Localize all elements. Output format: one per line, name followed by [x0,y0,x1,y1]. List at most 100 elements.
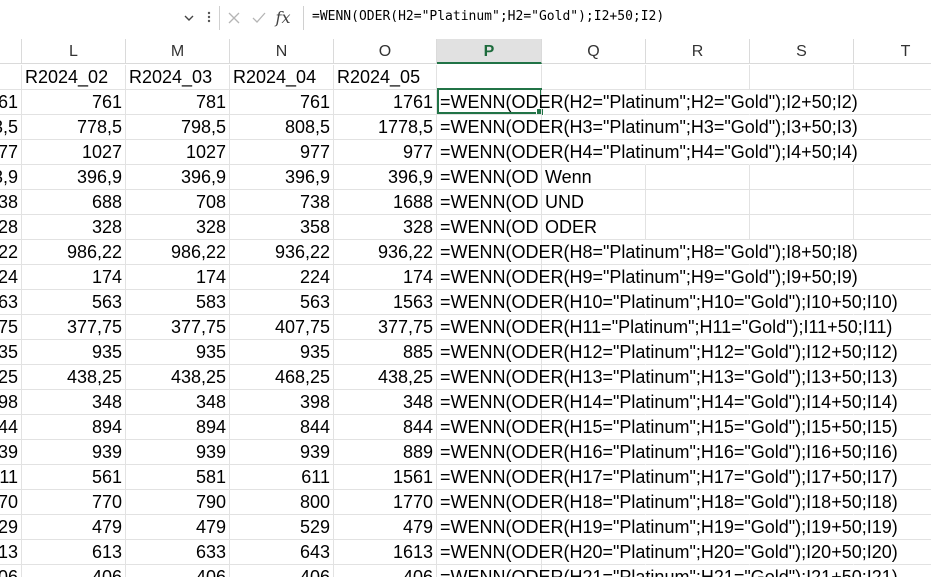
cell-n[interactable]: 936,22 [230,240,334,265]
cell-k[interactable]: 38 [0,190,22,215]
cell-m[interactable]: 438,25 [126,365,230,390]
cell-n[interactable]: 611 [230,465,334,490]
cell-n[interactable]: 468,25 [230,365,334,390]
cell-l[interactable]: 348 [22,390,126,415]
column-header-p[interactable]: P [437,39,542,64]
cell-n[interactable]: 224 [230,265,334,290]
cell-o[interactable]: 1770 [334,490,437,515]
header-cell-o[interactable]: R2024_05 [334,65,437,90]
cell-o[interactable]: 328 [334,215,437,240]
cell-l[interactable]: 396,9 [22,165,126,190]
cell-o[interactable]: 479 [334,515,437,540]
column-header-m[interactable]: M [126,39,230,64]
cell-l[interactable]: 761 [22,90,126,115]
cell-m[interactable]: 781 [126,90,230,115]
cell-k[interactable] [0,65,22,90]
cell-k[interactable]: 44 [0,415,22,440]
column-header-t[interactable]: T [854,39,931,64]
cell-o[interactable]: 174 [334,265,437,290]
cell-p[interactable]: =WENN(ODER(H3="Platinum";H3="Gold");I3+5… [437,115,858,140]
cell-l[interactable]: 613 [22,540,126,565]
cell-n[interactable]: 761 [230,90,334,115]
cell-s[interactable] [750,165,854,190]
cell-k[interactable]: 3,9 [0,165,22,190]
cell-l[interactable]: 328 [22,215,126,240]
cell-k[interactable]: 29 [0,515,22,540]
cell-n[interactable]: 396,9 [230,165,334,190]
cell-p[interactable]: =WENN(ODER(H19="Platinum";H19="Gold");I1… [437,515,898,540]
enter-icon[interactable] [249,8,269,28]
cell-k[interactable]: 77 [0,140,22,165]
name-box[interactable] [0,7,200,31]
column-header-s[interactable]: S [750,39,854,64]
cell-l[interactable]: 438,25 [22,365,126,390]
cell-o[interactable]: 1561 [334,465,437,490]
cell-n[interactable]: 738 [230,190,334,215]
cell-o[interactable]: 844 [334,415,437,440]
insert-function-icon[interactable]: fx [273,8,293,28]
cell-n[interactable]: 563 [230,290,334,315]
column-header-n[interactable]: N [230,39,334,64]
cell-p[interactable]: =WENN(ODER(H21="Platinum";H21="Gold");I2… [437,565,898,577]
cell-l[interactable]: 894 [22,415,126,440]
cell-o[interactable]: 1761 [334,90,437,115]
cell-k[interactable]: 98 [0,390,22,415]
cell-m[interactable]: 790 [126,490,230,515]
cell-r[interactable] [646,165,750,190]
cell-t[interactable] [854,165,931,190]
cell-l[interactable]: 939 [22,440,126,465]
cell-m[interactable]: 986,22 [126,240,230,265]
cell-o[interactable]: 406 [334,565,437,577]
cell-t[interactable] [854,65,931,90]
cell-m[interactable]: 935 [126,340,230,365]
cell-l[interactable]: 935 [22,340,126,365]
cell-p[interactable]: =WENN(OD [437,165,542,190]
cell-s[interactable] [750,65,854,90]
cell-o[interactable]: 1688 [334,190,437,215]
cell-r[interactable] [646,190,750,215]
cell-p[interactable]: =WENN(ODER(H17="Platinum";H17="Gold");I1… [437,465,898,490]
cell-t[interactable] [854,90,931,115]
cell-p[interactable]: =WENN(ODER(H15="Platinum";H15="Gold");I1… [437,415,898,440]
cell-p[interactable]: =WENN(ODER(H13="Platinum";H13="Gold");I1… [437,365,898,390]
cell-l[interactable]: 778,5 [22,115,126,140]
cell-n[interactable]: 407,75 [230,315,334,340]
cell-t[interactable] [854,240,931,265]
cell-o[interactable]: 1563 [334,290,437,315]
cell-l[interactable]: 406 [22,565,126,577]
cell-p[interactable]: =WENN(ODER(H20="Platinum";H20="Gold");I2… [437,540,898,565]
column-header-l[interactable]: L [22,39,126,64]
cell-l[interactable]: 174 [22,265,126,290]
cell-p[interactable]: =WENN(ODER(H10="Platinum";H10="Gold");I1… [437,290,898,315]
cell-m[interactable]: 708 [126,190,230,215]
cell-t[interactable] [854,215,931,240]
cell-n[interactable]: 358 [230,215,334,240]
column-header-r[interactable]: R [646,39,750,64]
cell-n[interactable]: 808,5 [230,115,334,140]
cell-t[interactable] [854,190,931,215]
cell-p[interactable]: =WENN(ODER(H18="Platinum";H18="Gold");I1… [437,490,898,515]
formula-input[interactable]: =WENN(ODER(H2="Platinum";H2="Gold");I2+5… [312,9,664,24]
column-header-k-partial[interactable] [0,39,22,64]
chevron-down-icon[interactable] [182,11,196,25]
cell-n[interactable]: 643 [230,540,334,565]
cell-k[interactable]: 06 [0,565,22,577]
cell-p[interactable]: =WENN(ODER(H16="Platinum";H16="Gold");I1… [437,440,898,465]
header-cell-n[interactable]: R2024_04 [230,65,334,90]
cell-l[interactable]: 563 [22,290,126,315]
cell-s[interactable] [750,215,854,240]
cell-m[interactable]: 894 [126,415,230,440]
cell-p[interactable]: =WENN(ODER(H11="Platinum";H11="Gold");I1… [437,315,892,340]
cell-m[interactable]: 479 [126,515,230,540]
cell-p[interactable]: =WENN(ODER(H14="Platinum";H14="Gold");I1… [437,390,898,415]
cell-n[interactable]: 529 [230,515,334,540]
column-header-o[interactable]: O [334,39,437,64]
cell-t[interactable] [854,265,931,290]
header-cell-l[interactable]: R2024_02 [22,65,126,90]
cell-n[interactable]: 844 [230,415,334,440]
cell-o[interactable]: 438,25 [334,365,437,390]
cell-q[interactable]: Wenn [542,165,646,190]
cell-l[interactable]: 688 [22,190,126,215]
cell-o[interactable]: 377,75 [334,315,437,340]
cell-p[interactable]: =WENN(ODER(H4="Platinum";H4="Gold");I4+5… [437,140,858,165]
